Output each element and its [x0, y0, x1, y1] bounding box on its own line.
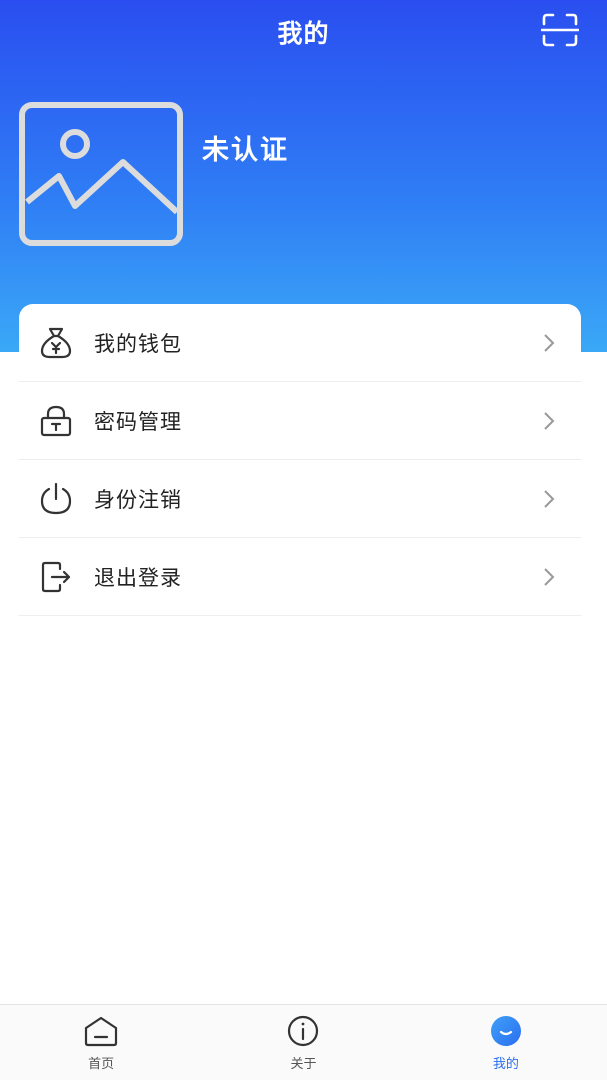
menu-item-label: 密码管理	[94, 410, 182, 434]
profile-icon	[490, 1016, 521, 1046]
chevron-right-icon	[544, 490, 555, 508]
lock-icon	[40, 405, 72, 437]
tab-profile[interactable]: 我的	[405, 1005, 607, 1080]
menu-item-label: 身份注销	[94, 488, 182, 512]
page-title: 我的	[277, 19, 330, 48]
menu-item-password[interactable]: 密码管理	[19, 382, 581, 460]
tab-label: 首页	[88, 1057, 115, 1072]
tab-about[interactable]: 关于	[202, 1005, 404, 1080]
menu-item-deregister[interactable]: 身份注销	[19, 460, 581, 538]
menu-item-logout[interactable]: 退出登录	[19, 538, 581, 616]
info-icon	[288, 1015, 319, 1047]
menu-item-label: 我的钱包	[94, 332, 182, 356]
wallet-icon	[40, 327, 72, 359]
chevron-right-icon	[544, 334, 555, 352]
scan-icon	[540, 13, 580, 47]
menu-card: 我的钱包 密码管理 身份注销 退出登录	[19, 304, 581, 616]
logout-icon	[41, 561, 71, 593]
menu-item-label: 退出登录	[94, 566, 182, 590]
tab-label: 关于	[290, 1057, 317, 1072]
scan-button[interactable]	[540, 12, 580, 48]
home-icon	[85, 1016, 118, 1047]
chevron-right-icon	[544, 568, 555, 586]
chevron-right-icon	[544, 412, 555, 430]
tab-home[interactable]: 首页	[0, 1005, 202, 1080]
profile-header: 我的 未认证	[0, 0, 607, 352]
menu-item-wallet[interactable]: 我的钱包	[19, 304, 581, 382]
verification-status: 未认证	[202, 135, 289, 166]
image-placeholder-icon	[19, 102, 183, 246]
power-icon	[40, 482, 72, 515]
bottom-tab-bar: 首页 关于 我的	[0, 1004, 607, 1080]
avatar[interactable]	[19, 102, 183, 246]
tab-label: 我的	[492, 1057, 519, 1072]
